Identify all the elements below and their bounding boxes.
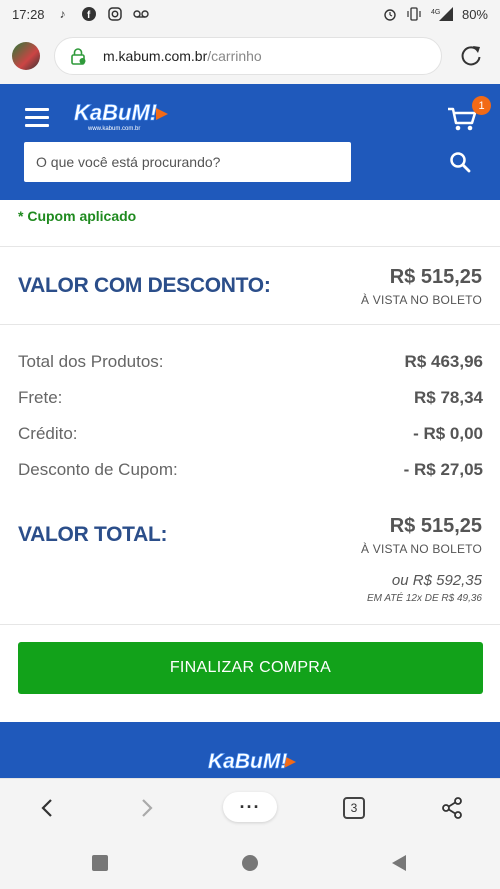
- share-icon: [442, 797, 462, 819]
- footer-band: KaBuM!: [0, 722, 500, 778]
- system-nav-bar: [0, 836, 500, 889]
- instagram-icon: [107, 6, 123, 22]
- total-sub: À VISTA NO BOLETO: [361, 542, 482, 556]
- hamburger-menu-icon[interactable]: [25, 108, 49, 128]
- forward-button[interactable]: [133, 794, 161, 822]
- chevron-left-icon: [41, 799, 52, 817]
- discount-value: R$ 515,25: [389, 266, 482, 288]
- installment-info: ou R$ 592,35 EM ATÉ 12x DE R$ 49,36: [367, 572, 482, 604]
- more-menu-button[interactable]: ···: [223, 792, 277, 822]
- summary-line-credit: Crédito: - R$ 0,00: [18, 424, 483, 444]
- battery-percent: 80%: [461, 6, 488, 22]
- footer-logo-text: KaBuM!: [208, 750, 287, 773]
- alarm-icon: [382, 6, 398, 22]
- network-label: 4G: [431, 9, 440, 16]
- logo-subtext: www.kabum.com.br: [87, 126, 140, 132]
- logo-text: KaBuM!: [74, 100, 157, 125]
- status-bar: 17:28 ♪ f 4G 80%: [0, 0, 500, 28]
- line-label: Total dos Produtos:: [18, 352, 164, 371]
- line-value: R$ 78,34: [414, 388, 483, 407]
- search-icon[interactable]: [448, 150, 472, 174]
- tabs-button[interactable]: 3: [340, 794, 368, 822]
- recent-apps-icon[interactable]: [91, 854, 109, 872]
- lock-icon: [71, 48, 86, 65]
- total-label: VALOR TOTAL:: [18, 523, 168, 546]
- total-value: R$ 515,25: [389, 515, 482, 537]
- share-button[interactable]: [438, 794, 466, 822]
- summary-line-products: Total dos Produtos: R$ 463,96: [18, 352, 483, 372]
- kabum-logo[interactable]: KaBuM! www.kabum.com.br: [72, 98, 168, 134]
- line-value: R$ 463,96: [404, 352, 483, 371]
- line-value: - R$ 27,05: [403, 460, 483, 479]
- line-label: Frete:: [18, 388, 63, 407]
- avatar[interactable]: [12, 42, 40, 70]
- cart-count-badge: 1: [472, 96, 491, 115]
- finalize-purchase-button[interactable]: FINALIZAR COMPRA: [18, 642, 483, 694]
- chevron-right-icon: [142, 799, 153, 817]
- discount-sub: À VISTA NO BOLETO: [361, 293, 482, 307]
- discount-amount: R$ 515,25 À VISTA NO BOLETO: [361, 266, 482, 307]
- browser-bottom-nav: ··· 3: [0, 778, 500, 836]
- url-domain: m.kabum.com.br: [103, 48, 208, 64]
- voicemail-icon: [132, 6, 149, 22]
- divider: [0, 624, 500, 625]
- back-triangle-icon[interactable]: [390, 854, 408, 872]
- installment-main: ou R$ 592,35: [391, 572, 482, 589]
- line-label: Desconto de Cupom:: [18, 460, 178, 479]
- site-header: KaBuM! www.kabum.com.br 1: [0, 84, 500, 200]
- footer-kabum-logo[interactable]: KaBuM!: [206, 746, 296, 778]
- line-label: Crédito:: [18, 424, 78, 443]
- summary-line-coupon-discount: Desconto de Cupom: - R$ 27,05: [18, 460, 483, 480]
- facebook-icon: f: [81, 6, 97, 22]
- url-path: /carrinho: [207, 48, 262, 64]
- vibrate-icon: [406, 6, 422, 22]
- coupon-applied-text: * Cupom aplicado: [18, 208, 137, 224]
- search-input[interactable]: [24, 142, 351, 182]
- browser-url-bar: m.kabum.com.br/carrinho: [0, 28, 500, 84]
- back-button[interactable]: [33, 794, 61, 822]
- reload-icon[interactable]: [458, 43, 484, 69]
- line-value: - R$ 0,00: [413, 424, 483, 443]
- home-icon[interactable]: [241, 854, 259, 872]
- discount-label: VALOR COM DESCONTO:: [18, 274, 271, 297]
- status-time: 17:28: [12, 6, 45, 22]
- summary-line-shipping: Frete: R$ 78,34: [18, 388, 483, 408]
- address-field[interactable]: m.kabum.com.br/carrinho: [54, 37, 442, 75]
- divider: [0, 246, 500, 247]
- installment-sub: EM ATÉ 12x DE R$ 49,36: [366, 593, 482, 604]
- cart-summary: * Cupom aplicado VALOR COM DESCONTO: R$ …: [0, 200, 500, 778]
- total-amount: R$ 515,25 À VISTA NO BOLETO: [361, 515, 482, 556]
- tiktok-icon: ♪: [59, 7, 66, 21]
- divider: [0, 324, 500, 325]
- tab-count: 3: [343, 797, 365, 819]
- signal-icon: 4G: [430, 6, 454, 22]
